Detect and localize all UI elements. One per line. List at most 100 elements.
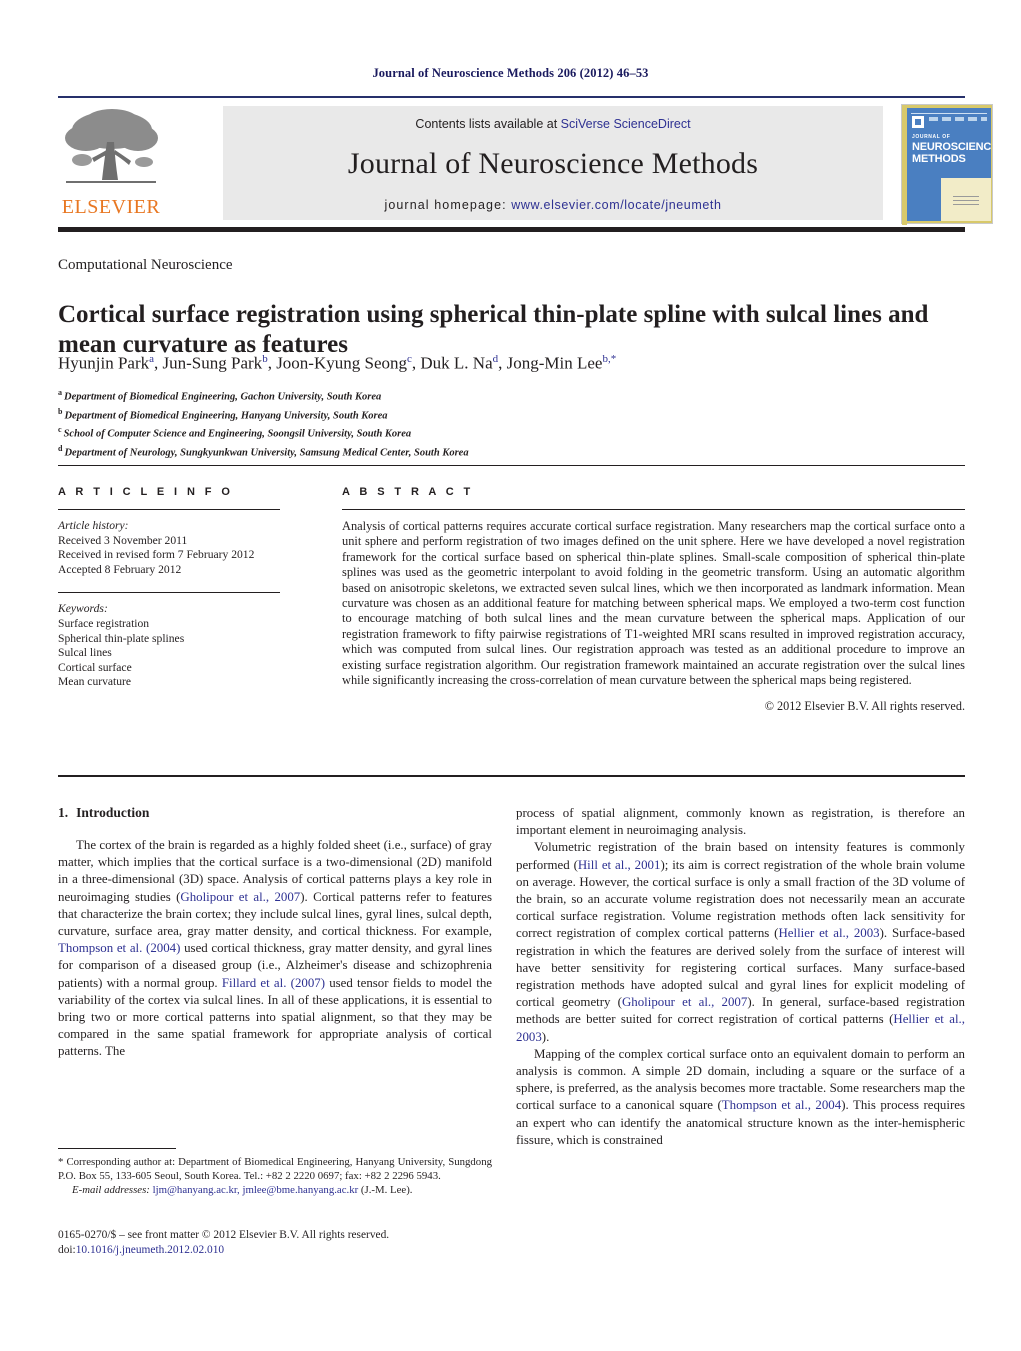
- author-list: Hyunjin Parka, Jun-Sung Parkb, Joon-Kyun…: [58, 353, 617, 373]
- journal-name: Journal of Neuroscience Methods: [347, 147, 759, 180]
- citation-link[interactable]: Gholipour et al., 2007: [180, 890, 300, 904]
- author-affiliation-mark: c: [407, 353, 412, 365]
- article-history-item: Received in revised form 7 February 2012: [58, 548, 255, 562]
- citation-link[interactable]: Thompson et al. (2004): [58, 941, 180, 955]
- body-column-left: 1. Introduction The cortex of the brain i…: [58, 805, 492, 1061]
- abstract-copyright: © 2012 Elsevier B.V. All rights reserved…: [764, 699, 965, 714]
- footnote-separator-rule: [58, 1148, 176, 1149]
- homepage-line: journal homepage: www.elsevier.com/locat…: [223, 198, 883, 212]
- body-column-right: process of spatial alignment, commonly k…: [516, 805, 965, 1149]
- homepage-label: journal homepage:: [384, 198, 512, 212]
- corresponding-author-note: * Corresponding author at: Department of…: [58, 1156, 492, 1183]
- affiliation-item: a Department of Biomedical Engineering, …: [58, 386, 758, 405]
- introduction-title: Introduction: [76, 805, 150, 820]
- introduction-number: 1.: [58, 805, 69, 820]
- body-paragraph: Volumetric registration of the brain bas…: [516, 839, 965, 1045]
- info-block-bottom-rule: [58, 775, 965, 777]
- affiliation-text: School of Computer Science and Engineeri…: [63, 428, 412, 440]
- body-paragraph: process of spatial alignment, commonly k…: [516, 805, 965, 839]
- author-affiliation-mark: d: [492, 353, 499, 365]
- article-page: Journal of Neuroscience Methods 206 (201…: [0, 0, 1021, 1351]
- keyword-item: Cortical surface: [58, 660, 132, 674]
- issn-copyright-block: 0165-0270/$ – see front matter © 2012 El…: [58, 1228, 492, 1258]
- introduction-heading: 1. Introduction: [58, 805, 492, 821]
- article-info-heading: A R T I C L E I N F O: [58, 486, 234, 498]
- homepage-url-link[interactable]: www.elsevier.com/locate/jneumeth: [511, 198, 721, 212]
- article-history-items: Received 3 November 2011 Received in revi…: [58, 534, 308, 578]
- cover-journal-of: JOURNAL OF: [912, 134, 951, 140]
- keywords-label: Keywords:: [58, 602, 108, 616]
- author-affiliation-mark: b: [262, 353, 268, 365]
- keyword-item: Mean curvature: [58, 675, 132, 689]
- sciencedirect-link[interactable]: SciVerse ScienceDirect: [561, 117, 691, 131]
- elsevier-logo: ELSEVIER: [60, 104, 162, 222]
- right-column-paragraphs: process of spatial alignment, commonly k…: [516, 805, 965, 1149]
- article-info-separator: [58, 592, 280, 594]
- email-label: E-mail addresses:: [72, 1184, 150, 1197]
- body-paragraph: Mapping of the complex cortical surface …: [516, 1046, 965, 1149]
- masthead-bottom-rule: [58, 227, 965, 232]
- email-note: E-mail addresses: ljm@hanyang.ac.kr, jml…: [58, 1183, 492, 1197]
- abstract-text: Analysis of cortical patterns requires a…: [342, 519, 965, 688]
- citation-link[interactable]: Hill et al., 2001: [578, 858, 661, 872]
- keyword-items: Surface registration Spherical thin-plate…: [58, 617, 308, 690]
- author-name: Jun-Sung Park: [162, 353, 263, 373]
- left-column-paragraphs: The cortex of the brain is regarded as a…: [58, 837, 492, 1061]
- keyword-item: Sulcal lines: [58, 646, 112, 660]
- sciencedirect-banner: Contents lists available at SciVerse Sci…: [223, 106, 883, 220]
- citation-link[interactable]: Hellier et al., 2003: [778, 926, 879, 940]
- doi-label: doi:: [58, 1244, 76, 1256]
- cover-elsevier-mark-icon: [912, 116, 924, 128]
- affiliation-list: a Department of Biomedical Engineering, …: [58, 386, 758, 461]
- cover-panel-microtext: [953, 196, 979, 206]
- affiliation-item: b Department of Biomedical Engineering, …: [58, 405, 758, 424]
- article-info-rule: [58, 509, 280, 510]
- affiliation-item: d Department of Neurology, Sungkyunkwan …: [58, 442, 758, 461]
- affiliation-item: c School of Computer Science and Enginee…: [58, 423, 758, 442]
- paragraph-text: ).: [541, 1029, 550, 1044]
- citation-link[interactable]: Gholipour et al., 2007: [622, 995, 747, 1009]
- article-history-item: Received 3 November 2011: [58, 533, 188, 547]
- doi-link[interactable]: 10.1016/j.jneumeth.2012.02.010: [76, 1244, 224, 1256]
- elsevier-wordmark: ELSEVIER: [61, 196, 161, 218]
- article-title: Cortical surface registration using sphe…: [58, 300, 929, 358]
- contents-prefix: Contents lists available at: [415, 117, 561, 131]
- article-info-column: A R T I C L E I N F O Article history: R…: [58, 486, 308, 690]
- info-block-top-rule: [58, 465, 965, 466]
- subject-section-label: Computational Neuroscience: [58, 257, 233, 273]
- cover-artwork: JOURNAL OF NEUROSCIENCE METHODS: [907, 108, 991, 221]
- footnote-block: * Corresponding author at: Department of…: [58, 1155, 492, 1198]
- cover-lower-panel: [941, 178, 991, 221]
- keyword-item: Spherical thin-plate splines: [58, 631, 185, 645]
- abstract-heading: A B S T R A C T: [342, 486, 474, 498]
- author-name: Duk L. Na: [420, 353, 493, 373]
- article-history-item: Accepted 8 February 2012: [58, 562, 182, 576]
- cover-masthead-microtext: [929, 117, 987, 121]
- cover-top-rule: [911, 113, 987, 114]
- issn-line: 0165-0270/$ – see front matter © 2012 El…: [58, 1229, 390, 1241]
- body-paragraph: The cortex of the brain is regarded as a…: [58, 837, 492, 1061]
- author-name: Hyunjin Park: [58, 353, 150, 373]
- email-addresses[interactable]: ljm@hanyang.ac.kr, jmlee@bme.hanyang.ac.…: [153, 1184, 359, 1196]
- affiliation-text: Department of Neurology, Sungkyunkwan Un…: [64, 447, 469, 459]
- journal-cover-thumbnail[interactable]: JOURNAL OF NEUROSCIENCE METHODS: [901, 104, 993, 225]
- abstract-rule: [342, 509, 965, 510]
- keyword-item: Surface registration: [58, 616, 150, 630]
- citation-link[interactable]: Fillard et al. (2007): [222, 976, 325, 990]
- contents-line: Contents lists available at SciVerse Sci…: [223, 117, 883, 131]
- article-history: Article history: Received 3 November 201…: [58, 519, 308, 577]
- email-suffix: (J.-M. Lee).: [360, 1184, 413, 1197]
- author-affiliation-mark: a: [149, 353, 155, 365]
- journal-masthead: ELSEVIER Contents lists available at Sci…: [58, 96, 993, 232]
- cover-title-line1: NEUROSCIENCE: [912, 141, 991, 153]
- affiliation-text: Department of Biomedical Engineering, Ha…: [64, 410, 388, 422]
- running-head: Journal of Neuroscience Methods 206 (201…: [372, 66, 649, 80]
- citation-link[interactable]: Thompson et al., 2004: [722, 1098, 841, 1112]
- cover-title-line2: METHODS: [912, 153, 966, 165]
- author-name: Joon-Kyung Seong: [276, 353, 407, 373]
- elsevier-tree-icon: [60, 104, 162, 196]
- article-history-label: Article history:: [58, 519, 129, 532]
- author-name: Jong-Min Lee: [506, 353, 603, 373]
- affiliation-text: Department of Biomedical Engineering, Ga…: [64, 391, 382, 403]
- masthead-top-rule: [58, 96, 965, 98]
